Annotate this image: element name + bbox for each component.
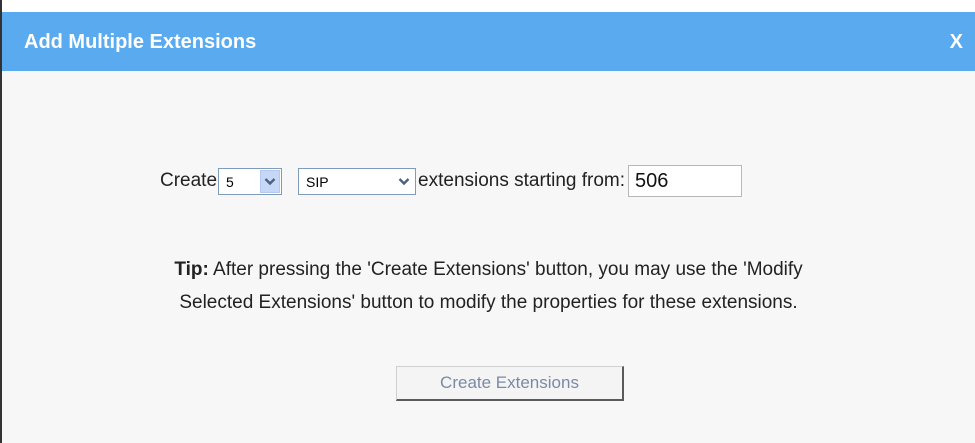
create-label: Create	[160, 170, 218, 191]
tip-line-1: Tip: After pressing the 'Create Extensio…	[2, 253, 975, 286]
dialog-titlebar: Add Multiple Extensions X	[2, 12, 975, 71]
extension-count-select[interactable]: 5	[218, 167, 283, 195]
chevron-down-icon[interactable]	[260, 169, 281, 193]
dialog-title: Add Multiple Extensions	[24, 31, 257, 53]
start-extension-input[interactable]: 506	[628, 165, 743, 197]
starting-from-label: extensions starting from:	[418, 170, 626, 191]
tip-bold-label: Tip:	[174, 259, 209, 280]
create-extensions-button[interactable]: Create Extensions	[396, 366, 624, 401]
close-button[interactable]: X	[950, 30, 963, 54]
chevron-down-icon[interactable]	[394, 169, 415, 193]
create-row: Create 5 SIP extensions starting from: 5…	[160, 163, 743, 199]
tip-line-1-text: After pressing the 'Create Extensions' b…	[208, 259, 803, 280]
extension-type-value: SIP	[306, 173, 329, 190]
extension-type-select[interactable]: SIP	[298, 167, 417, 195]
extension-count-value: 5	[226, 173, 234, 190]
tip-text: Tip: After pressing the 'Create Extensio…	[2, 253, 975, 319]
add-multiple-extensions-dialog: Add Multiple Extensions X Create 5 SIP e…	[0, 0, 975, 443]
top-strip	[2, 0, 975, 12]
tip-line-2: Selected Extensions' button to modify th…	[179, 292, 798, 313]
